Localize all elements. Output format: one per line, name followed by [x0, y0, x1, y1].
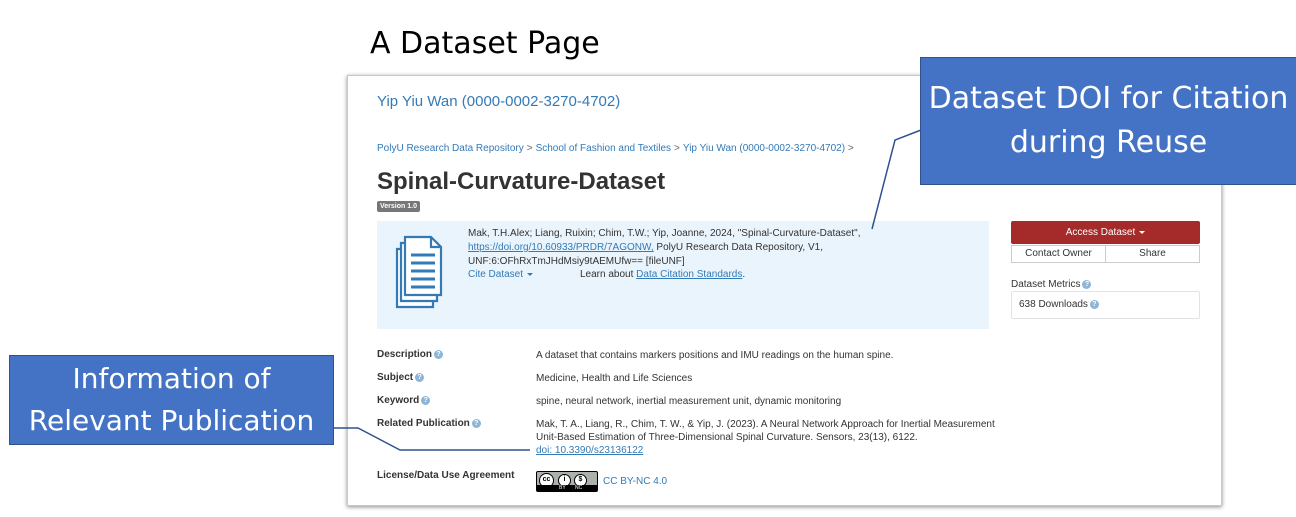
learn-prefix: Learn about — [580, 269, 637, 280]
access-dataset-button[interactable]: Access Dataset — [1011, 221, 1200, 244]
cite-dataset-label: Cite Dataset — [468, 269, 524, 280]
subject-label-text: Subject — [377, 372, 414, 383]
subject-label: Subject? — [377, 372, 425, 383]
description-label: Description? — [377, 349, 444, 360]
action-button-group: Contact Owner Share — [1011, 245, 1200, 263]
citation-authors: Mak, T.H.Alex; Liang, Ruixin; Chim, T.W.… — [468, 228, 861, 239]
cite-dataset-button[interactable]: Cite Dataset — [468, 269, 534, 280]
breadcrumb-item-repository[interactable]: PolyU Research Data Repository — [377, 143, 524, 154]
cc-badge-bar: BY NC — [537, 485, 597, 491]
question-circle-icon[interactable]: ? — [1082, 279, 1092, 289]
downloads-text: 638 Downloads — [1019, 299, 1088, 310]
breadcrumb: PolyU Research Data Repository > School of… — [377, 143, 857, 154]
data-citation-standards-link[interactable]: Data Citation Standards — [636, 269, 742, 280]
learn-citation: Learn about Data Citation Standards. — [580, 269, 745, 280]
breadcrumb-separator: > — [674, 143, 680, 154]
breadcrumb-item-school[interactable]: School of Fashion and Textiles — [536, 143, 671, 154]
question-circle-icon[interactable]: ? — [471, 418, 481, 428]
publication-doi-link[interactable]: doi: 10.3390/s23136122 — [536, 445, 643, 456]
share-button[interactable]: Share — [1106, 245, 1200, 263]
document-stack-icon — [395, 235, 443, 309]
cc-by-text: BY — [559, 485, 566, 491]
publication-callout: Information of Relevant Publication — [9, 355, 334, 445]
keyword-label: Keyword? — [377, 395, 431, 406]
related-publication-value: Mak, T. A., Liang, R., Chim, T. W., & Yi… — [536, 418, 1006, 457]
dataset-title: Spinal-Curvature-Dataset — [377, 168, 666, 195]
citation-text: Mak, T.H.Alex; Liang, Ruixin; Chim, T.W.… — [468, 227, 984, 269]
publication-callout-text: Information of Relevant Publication — [28, 362, 315, 437]
question-circle-icon[interactable]: ? — [1089, 299, 1099, 309]
metrics-panel: 638 Downloads? — [1011, 291, 1200, 319]
dataset-metrics-text: Dataset Metrics — [1011, 279, 1081, 290]
contact-owner-button[interactable]: Contact Owner — [1011, 245, 1106, 263]
chevron-down-icon — [527, 272, 534, 276]
subject-value: Medicine, Health and Life Sciences — [536, 373, 693, 384]
license-link[interactable]: CC BY-NC 4.0 — [603, 476, 667, 487]
breadcrumb-item-owner[interactable]: Yip Yiu Wan (0000-0002-3270-4702) — [683, 143, 845, 154]
doi-callout: Dataset DOI for Citation during Reuse — [920, 57, 1296, 185]
breadcrumb-separator: > — [526, 143, 533, 154]
owner-link[interactable]: Yip Yiu Wan (0000-0002-3270-4702) — [377, 93, 620, 110]
related-publication-label: Related Publication? — [377, 418, 481, 429]
breadcrumb-separator: > — [848, 143, 854, 154]
dataset-metrics-label: Dataset Metrics? — [1011, 279, 1092, 290]
license-label: License/Data Use Agreement — [377, 470, 515, 481]
doi-callout-text: Dataset DOI for Citation during Reuse — [928, 81, 1289, 160]
access-dataset-label: Access Dataset — [1065, 227, 1136, 238]
cc-license-icon[interactable]: cc i $ BY NC — [536, 471, 598, 492]
version-badge: Version 1.0 — [377, 201, 420, 212]
description-value: A dataset that contains markers position… — [536, 350, 894, 361]
keyword-label-text: Keyword — [377, 395, 420, 406]
citation-doi-link[interactable]: https://doi.org/10.60933/PRDR/7AGONW, — [468, 242, 654, 253]
publication-citation: Mak, T. A., Liang, R., Chim, T. W., & Yi… — [536, 419, 995, 443]
related-publication-label-text: Related Publication — [377, 418, 470, 429]
citation-box: Mak, T.H.Alex; Liang, Ruixin; Chim, T.W.… — [377, 221, 989, 329]
question-circle-icon[interactable]: ? — [434, 349, 444, 359]
question-circle-icon[interactable]: ? — [421, 395, 431, 405]
cc-nc-text: NC — [575, 485, 583, 491]
question-circle-icon[interactable]: ? — [415, 372, 425, 382]
learn-suffix: . — [742, 269, 746, 280]
downloads-count: 638 Downloads? — [1019, 299, 1099, 310]
slide-title: A Dataset Page — [370, 26, 600, 61]
chevron-down-icon — [1139, 230, 1146, 234]
keyword-value: spine, neural network, inertial measurem… — [536, 396, 842, 407]
description-label-text: Description — [377, 349, 433, 360]
